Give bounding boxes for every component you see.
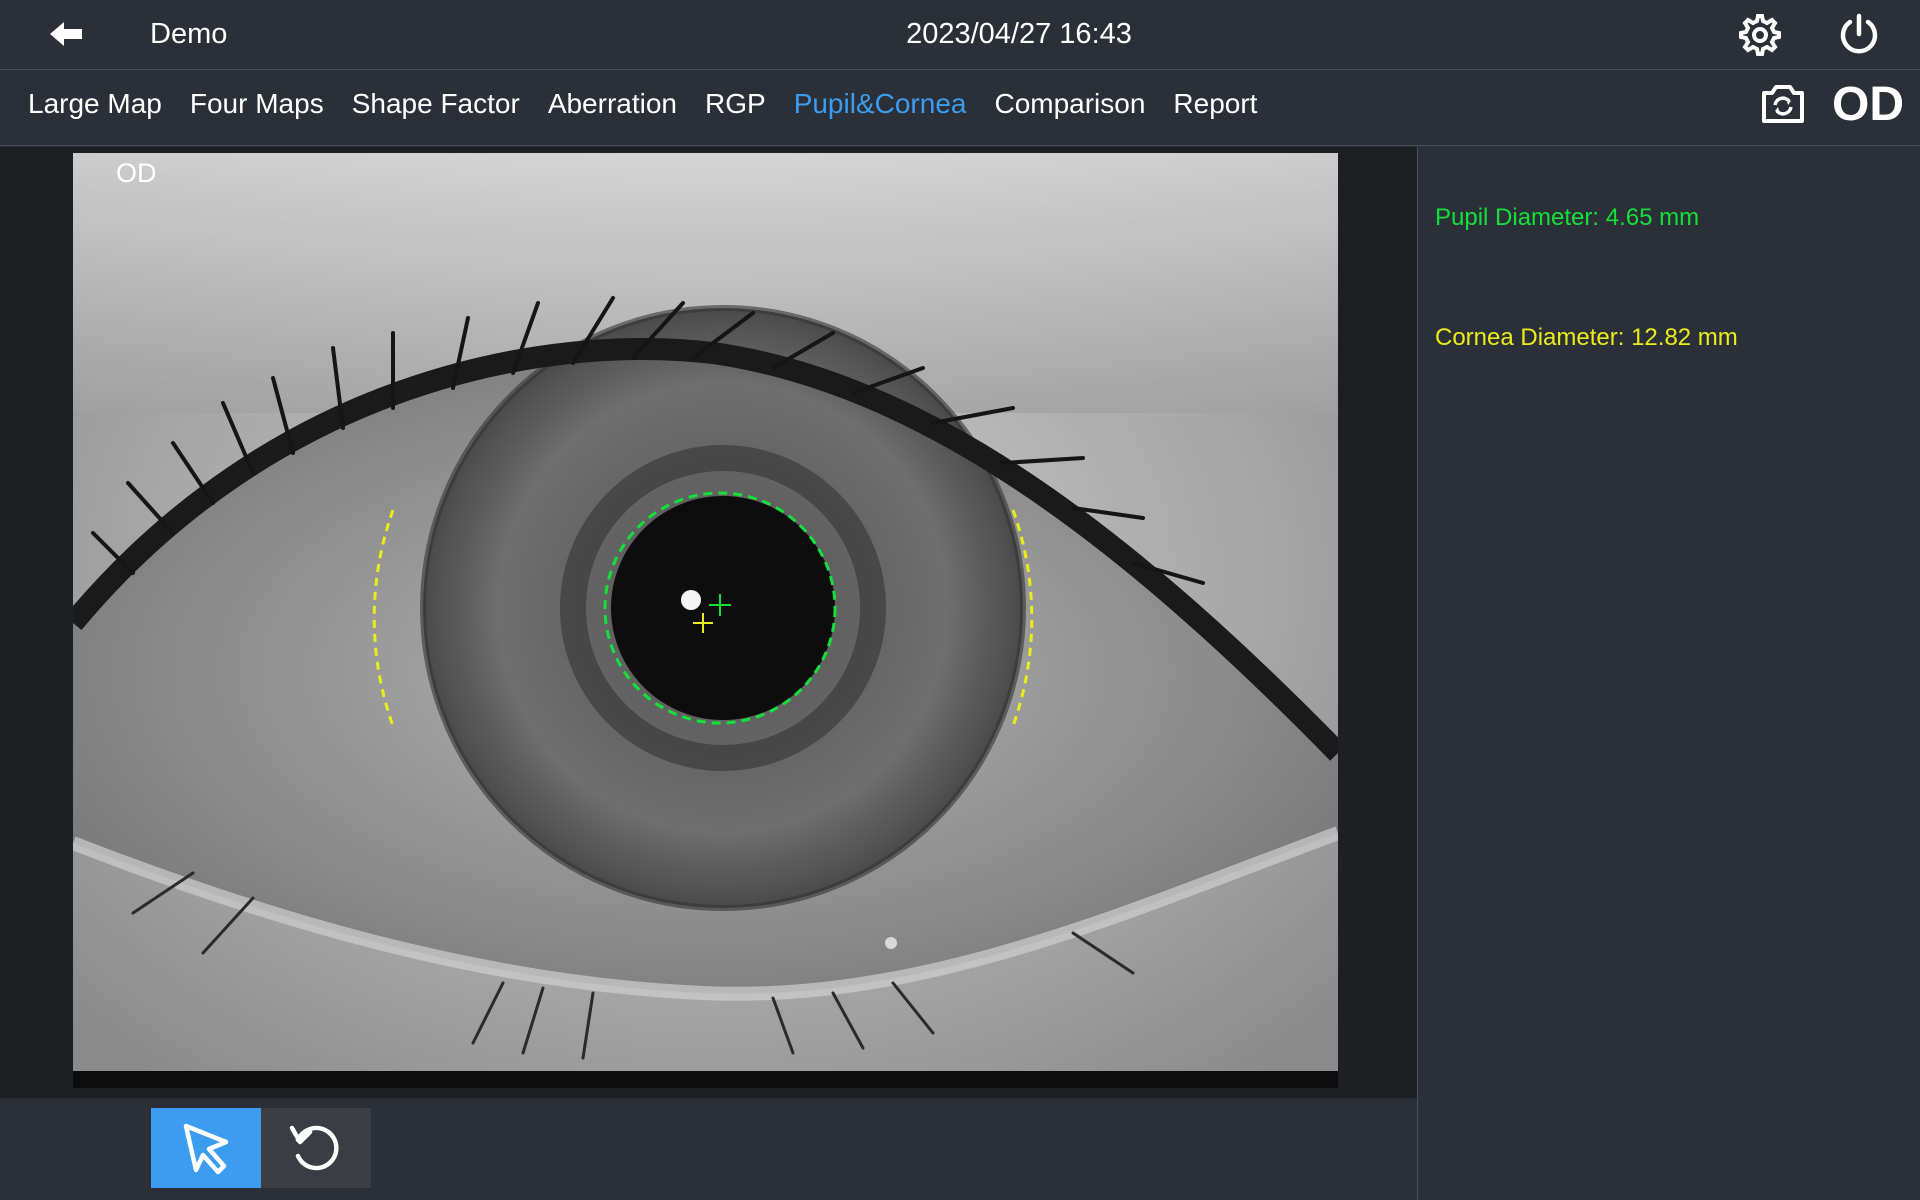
select-tool-button[interactable] xyxy=(151,1108,261,1188)
rotate-reset-icon xyxy=(289,1125,339,1171)
tab-large-map[interactable]: Large Map xyxy=(28,88,162,120)
settings-button[interactable] xyxy=(1738,13,1782,57)
camera-switch-icon xyxy=(1762,85,1804,123)
eye-side-indicator[interactable]: OD xyxy=(1832,77,1904,132)
tab-aberration[interactable]: Aberration xyxy=(548,88,677,120)
tabs-container: Large Map Four Maps Shape Factor Aberrat… xyxy=(28,88,1285,120)
top-bar: Demo 2023/04/27 16:43 xyxy=(0,0,1920,70)
datetime-display: 2023/04/27 16:43 xyxy=(906,18,1132,50)
tab-pupil-cornea[interactable]: Pupil&Cornea xyxy=(794,88,967,120)
image-eye-label: OD xyxy=(116,158,157,188)
tab-comparison[interactable]: Comparison xyxy=(994,88,1145,120)
cornea-diameter-text: Cornea Diameter: 12.82 mm xyxy=(1435,324,1738,351)
cursor-arrow-icon xyxy=(183,1123,229,1175)
tab-four-maps[interactable]: Four Maps xyxy=(190,88,324,120)
tab-bar: Large Map Four Maps Shape Factor Aberrat… xyxy=(0,71,1920,146)
tab-report[interactable]: Report xyxy=(1173,88,1257,120)
power-button[interactable] xyxy=(1836,12,1882,58)
power-icon xyxy=(1840,13,1878,54)
measurement-panel: Pupil Diameter: 4.65 mm Cornea Diameter:… xyxy=(1419,147,1920,1200)
gear-icon xyxy=(1739,14,1781,56)
camera-switch-button[interactable] xyxy=(1760,81,1806,125)
tab-rgp[interactable]: RGP xyxy=(705,88,766,120)
pupil-diameter-text: Pupil Diameter: 4.65 mm xyxy=(1435,204,1700,231)
reset-tool-button[interactable] xyxy=(261,1108,371,1188)
tab-shape-factor[interactable]: Shape Factor xyxy=(352,88,520,120)
image-panel: OD xyxy=(0,147,1418,1098)
bottom-toolbar xyxy=(0,1098,1418,1200)
eye-photo-graphic xyxy=(73,153,1338,1088)
eye-image[interactable] xyxy=(73,153,1338,1088)
